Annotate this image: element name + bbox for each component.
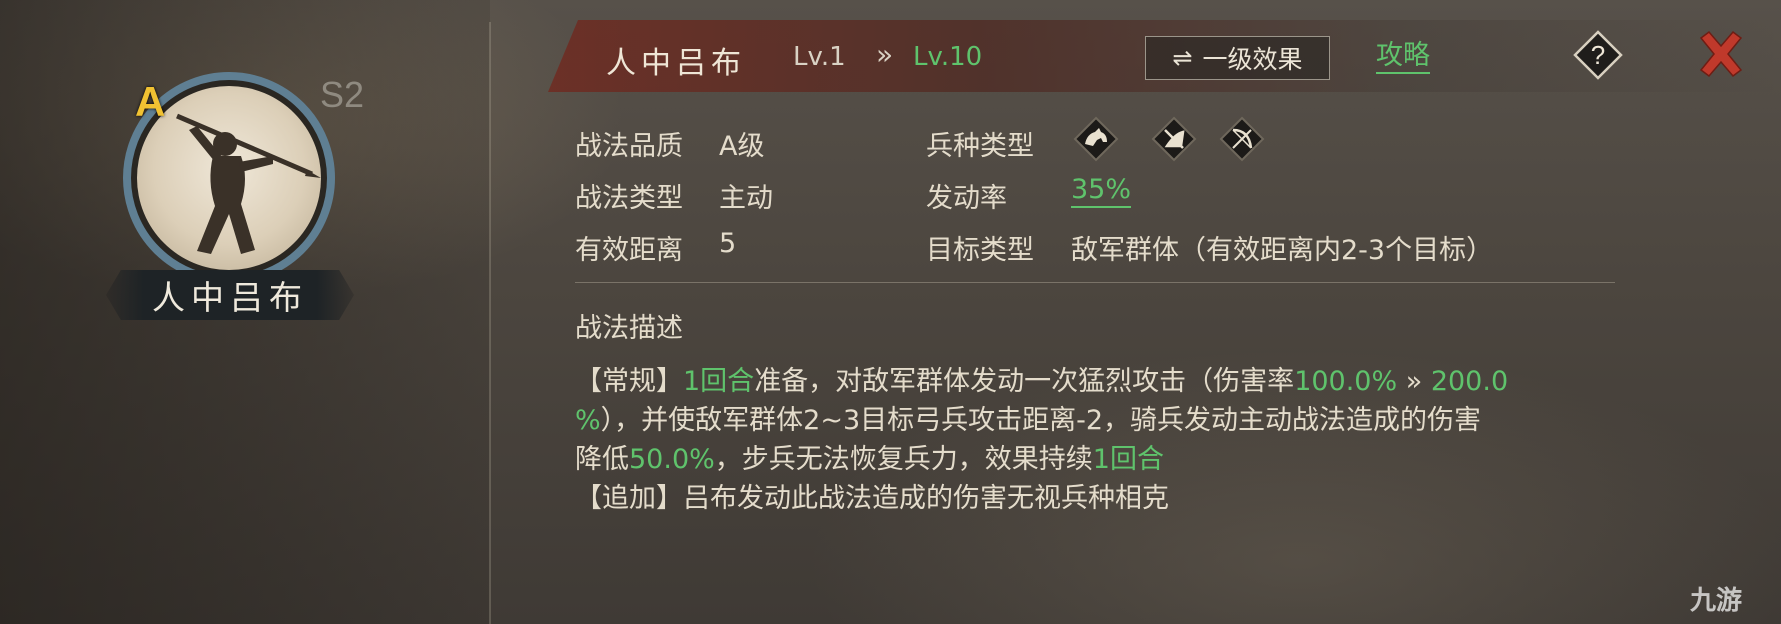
trigger-rate-label: 发动率 (926, 183, 1007, 214)
cavalry-icon (1073, 116, 1119, 162)
trigger-rate-value[interactable]: 35% (1071, 174, 1132, 208)
quality-value: A级 (719, 131, 765, 162)
skill-name-plate-text: 人中吕布 (152, 278, 308, 317)
strategy-link[interactable]: 攻略 (1376, 40, 1430, 74)
quality-label: 战法品质 (575, 131, 683, 162)
section-divider (575, 282, 1615, 283)
level-current: Lv.1 (793, 42, 846, 72)
infantry-icon (1151, 116, 1197, 162)
description-body: 【常规】1回合准备，对敌军群体发动一次猛烈攻击（伤害率100.0% » 200.… (575, 362, 1625, 518)
level-effect-button[interactable]: ⇌ 一级效果 (1145, 36, 1330, 80)
skill-name-plate: 人中吕布 (106, 270, 354, 320)
level-effect-label: 一级效果 (1202, 45, 1303, 74)
description-line: 降低50.0%，步兵无法恢复兵力，效果持续1回合 (575, 444, 1164, 475)
description-line: 【追加】吕布发动此战法造成的伤害无视兵种相克 (575, 483, 1169, 514)
description-title: 战法描述 (575, 313, 683, 344)
skill-title: 人中吕布 (606, 46, 746, 81)
archer-icon (1219, 116, 1265, 162)
type-value: 主动 (719, 183, 773, 214)
grade-badge: A (135, 78, 166, 125)
season-label: S2 (320, 74, 365, 115)
level-max: Lv.10 (913, 42, 983, 72)
target-type-value: 敌军群体（有效距离内2-3个目标） (1071, 235, 1494, 266)
swap-icon: ⇌ (1172, 44, 1193, 72)
target-type-label: 目标类型 (926, 235, 1034, 266)
description-line: %），并使敌军群体2~3目标弓兵攻击距离-2，骑兵发动主动战法造成的伤害 (575, 405, 1482, 436)
level-arrow-icon: » (876, 38, 894, 71)
question-icon[interactable]: ? (1573, 30, 1623, 80)
type-label: 战法类型 (575, 183, 683, 214)
panel-divider (489, 22, 491, 624)
close-icon[interactable] (1695, 28, 1747, 80)
unit-type-label: 兵种类型 (926, 131, 1034, 162)
range-value: 5 (719, 228, 737, 259)
watermark: 九游 (1690, 586, 1743, 616)
range-label: 有效距离 (575, 235, 683, 266)
description-line: 【常规】1回合准备，对敌军群体发动一次猛烈攻击（伤害率100.0% » 200.… (575, 366, 1509, 397)
svg-text:?: ? (1591, 40, 1605, 70)
